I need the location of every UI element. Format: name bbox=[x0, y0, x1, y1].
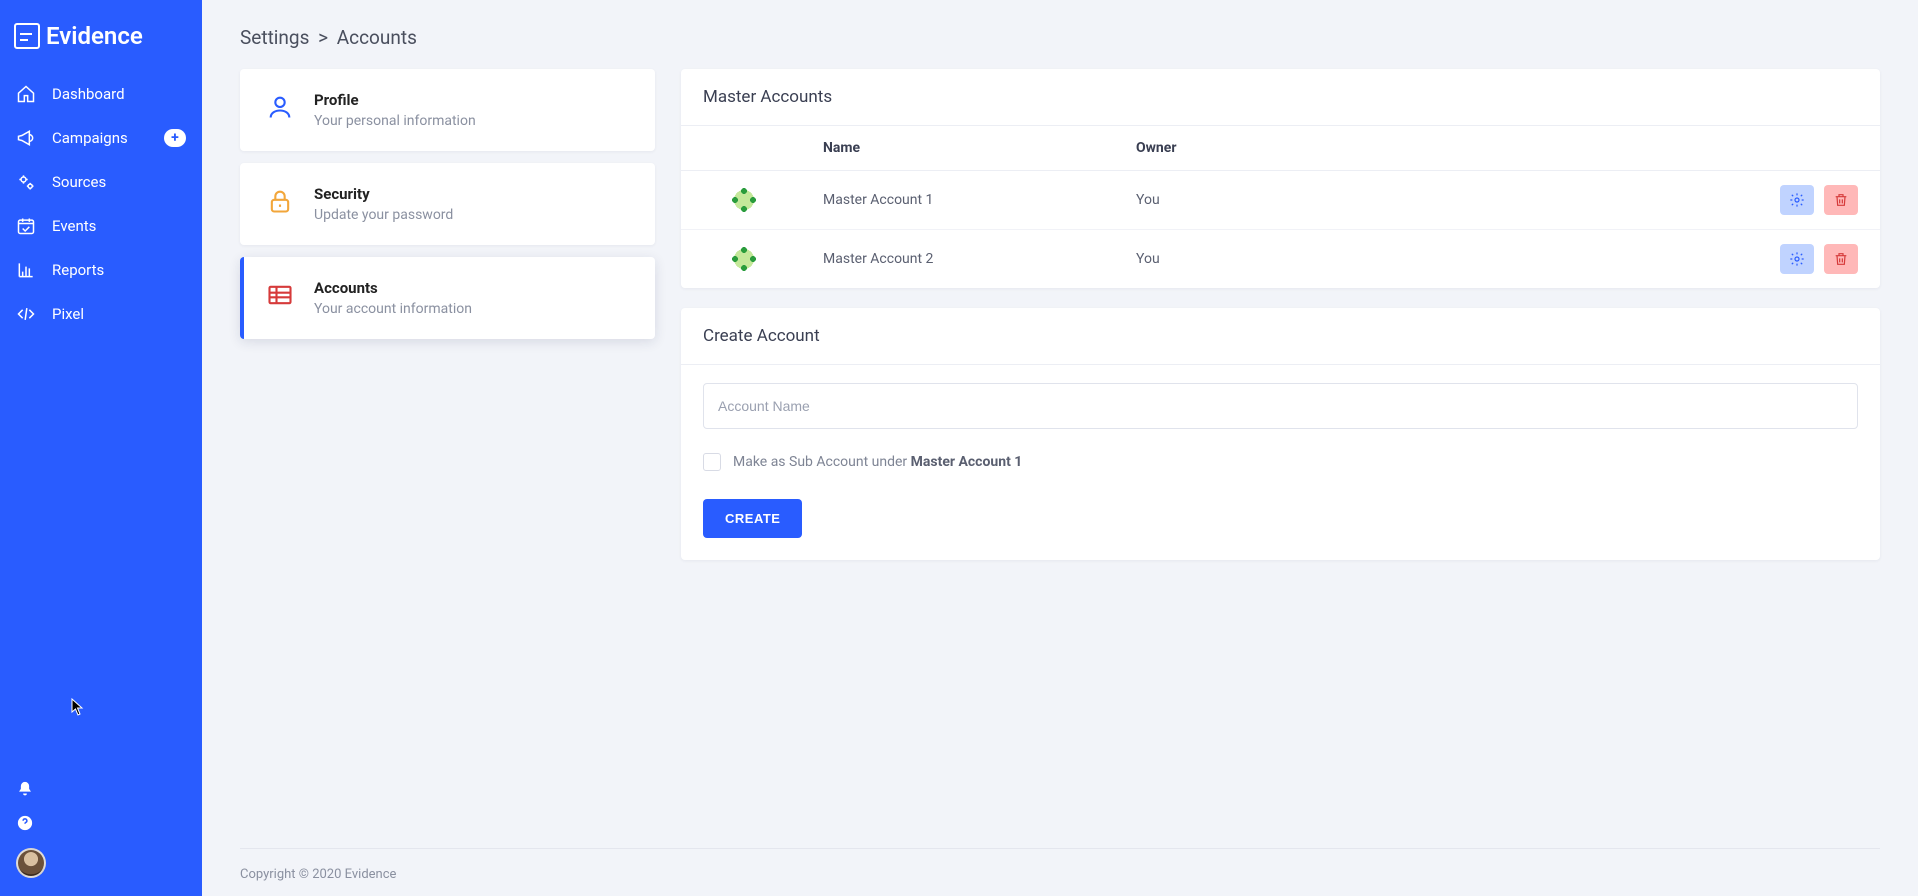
nav-label: Events bbox=[52, 217, 96, 235]
sidebar-item-pixel[interactable]: Pixel bbox=[0, 292, 202, 336]
settings-card-accounts[interactable]: Accounts Your account information bbox=[240, 257, 655, 339]
account-avatar-icon bbox=[729, 244, 759, 274]
panel-title: Create Account bbox=[681, 308, 1880, 365]
card-subtitle: Your account information bbox=[314, 301, 633, 317]
account-name: Master Account 2 bbox=[823, 251, 1136, 267]
card-title: Accounts bbox=[314, 279, 633, 297]
account-avatar-icon bbox=[729, 185, 759, 215]
table-row: Master Account 1 You bbox=[681, 171, 1880, 230]
create-button[interactable]: CREATE bbox=[703, 499, 802, 538]
nav-label: Sources bbox=[52, 173, 106, 191]
lock-icon bbox=[264, 185, 296, 217]
panel-title: Master Accounts bbox=[681, 69, 1880, 126]
home-icon bbox=[16, 84, 36, 104]
plus-badge[interactable]: + bbox=[164, 129, 186, 147]
app-logo[interactable]: Evidence bbox=[0, 18, 202, 72]
delete-button[interactable] bbox=[1824, 185, 1858, 215]
user-avatar[interactable] bbox=[16, 848, 46, 878]
sub-account-checkbox[interactable] bbox=[703, 453, 721, 471]
megaphone-icon bbox=[16, 128, 36, 148]
table-row: Master Account 2 You bbox=[681, 230, 1880, 288]
card-title: Profile bbox=[314, 91, 633, 109]
sidebar-item-reports[interactable]: Reports bbox=[0, 248, 202, 292]
bell-icon[interactable] bbox=[16, 780, 36, 800]
nav-label: Pixel bbox=[52, 305, 84, 323]
card-title: Security bbox=[314, 185, 633, 203]
breadcrumb-parent[interactable]: Settings bbox=[240, 26, 309, 49]
code-icon bbox=[16, 304, 36, 324]
user-icon bbox=[264, 91, 296, 123]
cogs-icon bbox=[16, 172, 36, 192]
account-name-input[interactable] bbox=[703, 383, 1858, 429]
sidebar-item-events[interactable]: Events bbox=[0, 204, 202, 248]
sub-account-label: Make as Sub Account under Master Account… bbox=[733, 454, 1022, 470]
sub-account-option[interactable]: Make as Sub Account under Master Account… bbox=[703, 453, 1858, 471]
sidebar-item-sources[interactable]: Sources bbox=[0, 160, 202, 204]
col-header-name: Name bbox=[823, 140, 1136, 156]
delete-button[interactable] bbox=[1824, 244, 1858, 274]
sidebar-item-dashboard[interactable]: Dashboard bbox=[0, 72, 202, 116]
create-account-panel: Create Account Make as Sub Account under… bbox=[681, 308, 1880, 560]
sidebar-bottom bbox=[0, 770, 202, 896]
col-header-owner: Owner bbox=[1136, 140, 1758, 156]
calendar-check-icon bbox=[16, 216, 36, 236]
account-owner: You bbox=[1136, 251, 1758, 267]
main-content: Settings > Accounts Profile Your persona… bbox=[202, 0, 1918, 896]
table-header: Name Owner bbox=[681, 126, 1880, 171]
table-icon bbox=[264, 279, 296, 311]
card-subtitle: Update your password bbox=[314, 207, 633, 223]
chart-bar-icon bbox=[16, 260, 36, 280]
settings-card-profile[interactable]: Profile Your personal information bbox=[240, 69, 655, 151]
sidebar-item-campaigns[interactable]: Campaigns + bbox=[0, 116, 202, 160]
breadcrumb-current: Accounts bbox=[337, 26, 417, 49]
logo-mark-icon bbox=[14, 23, 40, 49]
master-accounts-panel: Master Accounts Name Owner Master Accoun… bbox=[681, 69, 1880, 288]
settings-nav: Profile Your personal information Securi… bbox=[240, 69, 655, 339]
nav-label: Campaigns bbox=[52, 129, 128, 147]
footer-text: Copyright © 2020 Evidence bbox=[240, 848, 1880, 896]
breadcrumb: Settings > Accounts bbox=[240, 26, 1880, 49]
account-name: Master Account 1 bbox=[823, 192, 1136, 208]
account-owner: You bbox=[1136, 192, 1758, 208]
sidebar: Evidence Dashboard Campaigns + Sourc bbox=[0, 0, 202, 896]
nav-list: Dashboard Campaigns + Sources Events bbox=[0, 72, 202, 336]
nav-label: Reports bbox=[52, 261, 104, 279]
breadcrumb-separator: > bbox=[318, 26, 328, 49]
settings-card-security[interactable]: Security Update your password bbox=[240, 163, 655, 245]
settings-button[interactable] bbox=[1780, 185, 1814, 215]
card-subtitle: Your personal information bbox=[314, 113, 633, 129]
settings-button[interactable] bbox=[1780, 244, 1814, 274]
app-name: Evidence bbox=[46, 22, 143, 50]
nav-label: Dashboard bbox=[52, 85, 125, 103]
help-icon[interactable] bbox=[16, 814, 36, 834]
